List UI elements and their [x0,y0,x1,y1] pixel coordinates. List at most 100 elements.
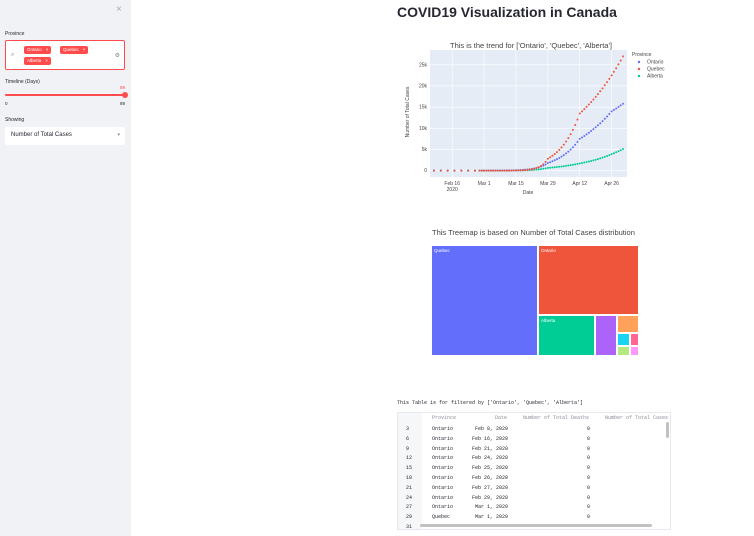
cell-date: Feb 8, 2020 [474,426,508,432]
timeline-slider-track[interactable] [5,94,125,96]
treemap-tile-quebec[interactable]: Quebec [431,245,538,356]
province-multiselect[interactable]: ⌕ Ontario × Quebec × Alberta × ⚙ [5,40,125,70]
point-quebec [512,169,515,172]
point-quebec [601,87,604,90]
y-tick-labels: 0 5k 10k 15k 20k 25k [419,62,428,174]
point-quebec [587,103,590,106]
chip-label: Ontario [27,47,42,52]
point-alberta [558,165,561,168]
vertical-scrollbar[interactable] [666,422,669,438]
y-tick-label: 25k [419,62,428,68]
horizontal-scrollbar[interactable] [420,524,652,527]
cell-province: Ontario [432,435,454,442]
point-ontario [594,126,597,129]
treemap-tile-ontario[interactable]: Ontario [538,245,639,315]
point-quebec [505,169,508,172]
point-ontario [599,122,602,125]
remove-icon[interactable]: × [83,47,86,52]
data-table[interactable]: Province Date Number of Total Deaths Num… [397,412,671,530]
cell-province: Ontario [432,445,454,452]
cell-deaths: 0 [586,455,590,462]
cell-province: Quebec [432,514,451,521]
legend-quebec: Quebec [647,67,665,73]
point-quebec [487,169,490,172]
cell-deaths: 0 [586,465,590,472]
point-alberta [612,152,615,155]
legend-marker-ontario [637,60,641,64]
table-row[interactable]: 3 Ontario Feb 8, 2020 0 [398,425,670,435]
cell-date: Feb 27, 2020 [471,484,508,491]
treemap-tile-alberta[interactable]: Alberta [538,315,595,356]
chip-alberta[interactable]: Alberta × [24,57,51,65]
point-alberta [574,163,577,166]
point-quebec [599,90,602,93]
point-quebec [503,169,506,172]
col-header-cases[interactable]: Number of Total Cases [605,413,668,424]
table-row[interactable]: 27 Ontario Mar 1, 2020 0 [398,503,670,513]
point-quebec [576,118,579,121]
treemap-tile-ns[interactable] [617,315,639,333]
point-ontario [574,143,577,146]
point-ontario [560,155,563,158]
showing-select[interactable]: Number of Total Cases ▾ [5,127,125,145]
point-quebec [433,169,435,172]
province-label: Province [5,31,25,37]
y-axis-title: Number of Total Cases [405,86,411,137]
point-ontario [592,128,595,131]
table-row[interactable]: 24 Ontario Feb 29, 2020 0 [398,494,670,504]
settings-icon[interactable]: ⚙ [115,52,120,59]
cell-deaths: 0 [586,426,590,432]
col-header-date[interactable]: Date [495,413,507,424]
point-ontario [610,110,613,113]
sidebar: × Province ⌕ Ontario × Quebec × Alberta × ⚙… [0,0,131,536]
cell-deaths: 0 [586,504,590,511]
remove-icon[interactable]: × [45,58,48,63]
chip-ontario[interactable]: Ontario × [24,46,52,54]
legend-ontario: Ontario [647,60,664,66]
point-ontario [571,146,574,149]
point-quebec [533,167,536,170]
point-quebec [567,137,570,140]
point-ontario [558,156,561,159]
treemap-tile-nb[interactable] [630,346,639,356]
point-alberta [617,150,620,153]
table-row[interactable]: 29 Quebec Mar 1, 2020 0 [398,513,670,523]
table-row[interactable]: 18 Ontario Feb 26, 2020 0 [398,474,670,484]
remove-icon[interactable]: × [46,47,49,52]
treemap-tile-bc[interactable] [595,315,617,356]
legend-marker-alberta [637,74,641,78]
point-alberta [553,166,556,169]
point-ontario [585,133,588,136]
chip-quebec[interactable]: Quebec × [60,46,89,54]
point-alberta [587,160,590,163]
timeline-slider-thumb[interactable] [122,92,128,98]
row-index: 29 [406,514,413,521]
table-row[interactable]: 21 Ontario Feb 27, 2020 0 [398,484,670,494]
point-quebec [555,151,558,154]
row-index: 21 [406,484,413,491]
point-alberta [619,149,622,152]
point-quebec [530,168,533,171]
point-quebec [514,169,517,172]
table-row[interactable]: 12 Ontario Feb 24, 2020 0 [398,454,670,464]
table-row[interactable]: 9 Ontario Feb 21, 2020 0 [398,445,670,455]
point-ontario [551,160,554,163]
point-quebec [446,169,449,172]
treemap-tile-mb[interactable] [630,333,639,346]
point-quebec [494,169,497,172]
col-header-province[interactable]: Province [432,413,456,424]
row-index: 24 [406,494,413,501]
y-tick-label: 15k [419,105,428,111]
close-sidebar-icon[interactable]: × [116,4,122,15]
table-row[interactable]: 15 Ontario Feb 25, 2020 0 [398,464,670,474]
point-alberta [608,154,611,157]
point-alberta [544,167,547,170]
table-row[interactable]: 6 Ontario Feb 16, 2020 0 [398,435,670,445]
timeline-max: 89 [120,101,126,106]
treemap-tile-nl[interactable] [617,346,630,356]
col-header-deaths[interactable]: Number of Total Deaths [523,413,589,424]
treemap-tile-sk[interactable] [617,333,630,346]
point-alberta [594,158,597,161]
timeline-value: 89 [120,85,126,90]
x-tick-label: 2020 [447,187,458,193]
